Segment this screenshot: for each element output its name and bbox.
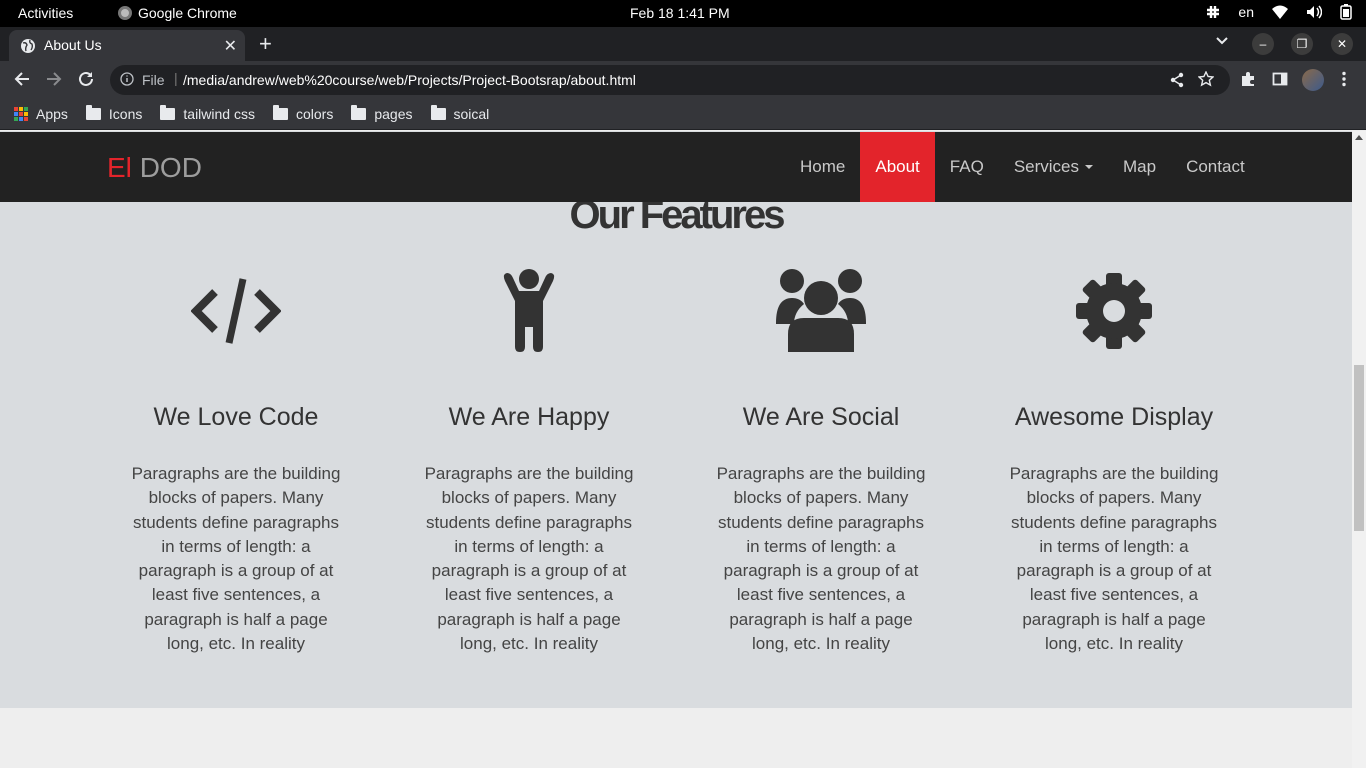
- bookmark-label: Icons: [108, 105, 143, 122]
- nav-label: About: [875, 157, 920, 176]
- close-window-button[interactable]: ✕: [1331, 33, 1353, 55]
- share-icon[interactable]: [1170, 72, 1184, 88]
- feature-text: Paragraphs are the building blocks of pa…: [424, 464, 634, 654]
- activities-button[interactable]: Activities: [18, 5, 73, 21]
- bookmarks-bar: Apps Icons tailwind css colors pages soi…: [0, 98, 1366, 130]
- feature-card: We Love Code Paragraphs are the building…: [126, 261, 346, 656]
- address-bar[interactable]: File | /media/andrew/web%20course/web/Pr…: [110, 65, 1230, 95]
- folder-icon: [430, 104, 446, 120]
- nav-label: Contact: [1186, 157, 1245, 176]
- feature-text: Paragraphs are the building blocks of pa…: [131, 464, 341, 654]
- language-indicator[interactable]: en: [1238, 4, 1254, 20]
- nav-label: FAQ: [949, 157, 984, 176]
- gear-icon: [1004, 261, 1224, 361]
- globe-icon: [21, 39, 35, 53]
- feature-title: We Love Code: [153, 403, 319, 431]
- bookmark-label: Apps: [36, 105, 68, 122]
- scroll-up-arrow-icon[interactable]: [1355, 135, 1363, 140]
- folder-icon: [351, 104, 367, 120]
- wifi-icon: [1272, 5, 1288, 19]
- nav-label: Home: [800, 157, 846, 176]
- apps-grid-icon: [14, 106, 28, 121]
- bookmark-folder-tailwind[interactable]: tailwind css: [160, 104, 255, 122]
- caret-down-icon: [1085, 165, 1093, 169]
- page-scrollbar[interactable]: [1352, 131, 1366, 768]
- nav-faq[interactable]: FAQ: [935, 132, 999, 202]
- side-panel-icon[interactable]: [1272, 71, 1288, 87]
- folder-icon: [272, 104, 288, 120]
- bookmark-label: colors: [295, 105, 334, 122]
- site-navbar: El DOD Home About FAQ Services Map Conta…: [0, 132, 1352, 202]
- tab-title: About Us: [44, 37, 102, 53]
- reload-icon[interactable]: [77, 70, 95, 88]
- app-menu[interactable]: Google Chrome: [118, 5, 237, 21]
- page-viewport[interactable]: Our Features We Love Code Paragraphs are…: [0, 131, 1352, 768]
- restore-button[interactable]: ❐: [1291, 33, 1313, 55]
- star-icon[interactable]: [1198, 71, 1214, 87]
- main-menu: Home About FAQ Services Map Contact: [785, 132, 1260, 202]
- bookmark-label: tailwind css: [183, 105, 255, 122]
- tab-about-us[interactable]: About Us ✕: [9, 30, 245, 61]
- profile-avatar[interactable]: [1302, 69, 1324, 91]
- slack-icon[interactable]: [1206, 5, 1220, 19]
- brand-accent: El: [107, 152, 132, 183]
- feature-card: Awesome Display Paragraphs are the build…: [1004, 261, 1224, 656]
- battery-icon: [1340, 4, 1352, 20]
- clock[interactable]: Feb 18 1:41 PM: [630, 5, 730, 21]
- bookmark-folder-soical[interactable]: soical: [430, 104, 490, 122]
- folder-icon: [85, 104, 101, 120]
- system-tray[interactable]: en: [1206, 4, 1352, 20]
- back-icon[interactable]: [13, 70, 31, 88]
- tab-strip: About Us ✕ + – ❐ ✕: [0, 27, 1366, 61]
- nav-label: Services: [1013, 157, 1079, 176]
- features-section: Our Features We Love Code Paragraphs are…: [0, 131, 1352, 708]
- feature-title: Awesome Display: [1014, 403, 1214, 431]
- bookmark-label: soical: [453, 105, 490, 122]
- feature-text: Paragraphs are the building blocks of pa…: [1009, 464, 1219, 654]
- new-tab-button[interactable]: +: [259, 31, 272, 57]
- bookmark-folder-colors[interactable]: colors: [272, 104, 334, 122]
- nav-map[interactable]: Map: [1108, 132, 1171, 202]
- brand-name: DOD: [139, 152, 202, 183]
- folder-icon: [160, 104, 176, 120]
- bookmark-label: pages: [374, 105, 413, 122]
- app-name-label: Google Chrome: [138, 5, 237, 21]
- extensions-icon[interactable]: [1240, 71, 1256, 87]
- feature-text: Paragraphs are the building blocks of pa…: [716, 464, 926, 654]
- os-top-bar: Activities Google Chrome Feb 18 1:41 PM …: [0, 0, 1366, 27]
- address-scheme-label: File: [142, 72, 165, 88]
- chrome-icon: [118, 6, 132, 20]
- volume-icon: [1307, 5, 1322, 19]
- address-separator: |: [174, 70, 178, 86]
- info-icon[interactable]: [120, 72, 134, 86]
- feature-card: We Are Social Paragraphs are the buildin…: [711, 261, 931, 656]
- feature-title: We Are Happy: [448, 403, 610, 431]
- minimize-button[interactable]: –: [1252, 33, 1274, 55]
- close-tab-icon[interactable]: ✕: [224, 36, 237, 56]
- bookmark-folder-pages[interactable]: pages: [351, 104, 413, 122]
- browser-toolbar: File | /media/andrew/web%20course/web/Pr…: [0, 61, 1366, 98]
- nav-about[interactable]: About: [860, 132, 935, 202]
- bookmark-apps[interactable]: Apps: [14, 106, 68, 122]
- nav-services-dropdown[interactable]: Services: [999, 132, 1108, 202]
- more-menu-icon[interactable]: [1338, 71, 1350, 87]
- bookmark-folder-icons[interactable]: Icons: [85, 104, 143, 122]
- code-icon: [126, 261, 346, 361]
- url-text[interactable]: /media/andrew/web%20course/web/Projects/…: [183, 72, 636, 88]
- feature-title: We Are Social: [742, 403, 900, 431]
- scrollbar-thumb[interactable]: [1354, 365, 1364, 531]
- users-icon: [711, 261, 931, 361]
- brand-logo[interactable]: El DOD: [107, 152, 202, 184]
- chevron-down-icon[interactable]: [1215, 34, 1229, 48]
- nav-contact[interactable]: Contact: [1171, 132, 1260, 202]
- child-icon: [419, 261, 639, 361]
- nav-home[interactable]: Home: [785, 132, 860, 202]
- forward-icon[interactable]: [45, 70, 63, 88]
- feature-card: We Are Happy Paragraphs are the building…: [419, 261, 639, 656]
- nav-label: Map: [1123, 157, 1157, 176]
